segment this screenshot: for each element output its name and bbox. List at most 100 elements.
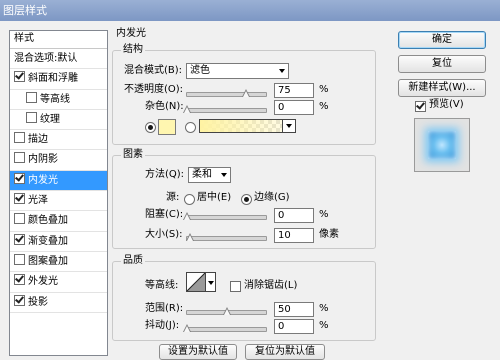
range-slider-thumb[interactable] xyxy=(222,307,231,315)
source-edge-label[interactable]: 边缘(G) xyxy=(254,191,290,205)
size-input[interactable]: 10 xyxy=(274,228,314,243)
style-checkbox[interactable] xyxy=(14,71,25,83)
method-value: 柔和 xyxy=(192,169,212,180)
noise-input[interactable]: 0 xyxy=(274,100,314,115)
preview-checkbox[interactable] xyxy=(415,101,426,112)
style-list-label: 颜色叠加 xyxy=(28,215,68,227)
make-default-button[interactable]: 设置为默认值 xyxy=(159,344,237,360)
contour-curve-icon xyxy=(187,273,205,291)
solid-color-radio[interactable] xyxy=(145,122,156,133)
style-checkbox[interactable] xyxy=(14,193,25,205)
style-list-item[interactable]: 外发光 xyxy=(10,272,107,293)
quality-title: 品质 xyxy=(121,255,145,267)
style-checkbox[interactable] xyxy=(14,274,25,286)
contour-label: 等高线: xyxy=(145,280,179,291)
source-center-radio[interactable] xyxy=(184,194,195,205)
style-list-item[interactable]: 纹理 xyxy=(10,110,107,131)
structure-title: 结构 xyxy=(121,44,145,56)
blend-mode-label: 混合模式(B): xyxy=(124,65,183,76)
style-checkbox[interactable] xyxy=(14,253,25,265)
opacity-unit: % xyxy=(319,84,329,95)
style-checkbox[interactable] xyxy=(14,294,25,306)
opacity-slider[interactable] xyxy=(186,89,267,97)
range-unit: % xyxy=(319,303,329,314)
jitter-slider[interactable] xyxy=(183,324,267,332)
jitter-input[interactable]: 0 xyxy=(274,319,314,334)
style-checkbox[interactable] xyxy=(14,213,25,225)
opacity-input[interactable]: 75 xyxy=(274,83,314,98)
noise-slider[interactable] xyxy=(183,105,267,113)
style-checkbox[interactable] xyxy=(26,111,37,123)
title-bar: 图层样式 xyxy=(0,0,500,21)
size-unit: 像素 xyxy=(319,229,339,240)
style-checkbox[interactable] xyxy=(14,132,25,144)
antialias-label[interactable]: 消除锯齿(L) xyxy=(244,279,297,293)
gradient-radio[interactable] xyxy=(185,122,196,133)
choke-input[interactable]: 0 xyxy=(274,208,314,223)
method-select[interactable]: 柔和 xyxy=(188,167,231,183)
opacity-slider-thumb[interactable] xyxy=(242,89,251,97)
style-list-label: 描边 xyxy=(28,134,48,146)
choke-label: 阻塞(C): xyxy=(145,209,184,220)
contour-picker[interactable] xyxy=(186,272,206,292)
gradient-dropdown[interactable] xyxy=(282,120,295,132)
color-swatch[interactable] xyxy=(158,119,176,135)
style-list-label: 投影 xyxy=(28,296,48,308)
style-checkbox[interactable] xyxy=(14,172,25,184)
style-checkbox[interactable] xyxy=(14,152,25,164)
style-list-item[interactable]: 混合选项:默认 xyxy=(10,49,107,70)
antialias-checkbox[interactable] xyxy=(230,281,241,292)
noise-unit: % xyxy=(319,101,329,112)
style-list-label: 内发光 xyxy=(28,174,58,186)
style-list-item[interactable]: 图案叠加 xyxy=(10,252,107,273)
chevron-down-icon xyxy=(221,173,227,177)
style-list-label: 斜面和浮雕 xyxy=(28,73,78,85)
choke-slider[interactable] xyxy=(183,212,267,220)
contour-dropdown[interactable] xyxy=(206,272,216,292)
style-list-label: 内阴影 xyxy=(28,154,58,166)
noise-slider-thumb[interactable] xyxy=(183,105,191,113)
range-slider[interactable] xyxy=(186,307,267,315)
opacity-label: 不透明度(O): xyxy=(124,84,184,95)
style-checkbox[interactable] xyxy=(26,91,37,103)
size-slider-thumb[interactable] xyxy=(186,233,195,241)
style-list-item[interactable]: 描边 xyxy=(10,130,107,151)
range-input[interactable]: 50 xyxy=(274,302,314,317)
reset-default-button[interactable]: 复位为默认值 xyxy=(245,344,325,360)
style-list-label: 混合选项:默认 xyxy=(14,53,78,64)
style-list-item[interactable]: 颜色叠加 xyxy=(10,211,107,232)
style-preview-thumbnail xyxy=(414,118,470,172)
new-style-button[interactable]: 新建样式(W)... xyxy=(398,79,486,97)
ok-button[interactable]: 确定 xyxy=(398,31,486,49)
style-list-item[interactable]: 渐变叠加 xyxy=(10,232,107,252)
styles-list-header: 样式 xyxy=(10,31,107,49)
style-list-label: 光泽 xyxy=(28,195,48,207)
preview-glow-square xyxy=(428,131,456,159)
choke-unit: % xyxy=(319,209,329,220)
source-edge-radio[interactable] xyxy=(241,194,252,205)
jitter-slider-thumb[interactable] xyxy=(183,324,191,332)
style-list-item[interactable]: 内阴影 xyxy=(10,150,107,171)
style-list-item[interactable]: 光泽 xyxy=(10,191,107,212)
source-center-label[interactable]: 居中(E) xyxy=(197,191,231,205)
style-list-item[interactable]: 内发光 xyxy=(10,170,107,192)
gradient-picker[interactable] xyxy=(199,119,296,133)
blend-mode-select[interactable]: 滤色 xyxy=(186,63,289,79)
style-list-item[interactable]: 斜面和浮雕 xyxy=(10,69,107,90)
style-list-label: 图案叠加 xyxy=(28,255,68,267)
blend-mode-value: 滤色 xyxy=(190,65,210,76)
preview-label[interactable]: 预览(V) xyxy=(429,98,464,112)
chevron-down-icon xyxy=(286,124,292,128)
jitter-unit: % xyxy=(319,320,329,331)
style-list-item[interactable]: 等高线 xyxy=(10,90,107,110)
style-list-item[interactable]: 投影 xyxy=(10,293,107,313)
noise-label: 杂色(N): xyxy=(145,101,184,112)
size-slider[interactable] xyxy=(186,233,267,241)
style-checkbox[interactable] xyxy=(14,233,25,245)
reset-button[interactable]: 复位 xyxy=(398,55,486,73)
size-label: 大小(S): xyxy=(145,229,183,240)
chevron-down-icon xyxy=(208,281,214,285)
style-list-label: 纹理 xyxy=(40,113,60,125)
window-title: 图层样式 xyxy=(3,4,47,17)
choke-slider-thumb[interactable] xyxy=(183,212,191,220)
